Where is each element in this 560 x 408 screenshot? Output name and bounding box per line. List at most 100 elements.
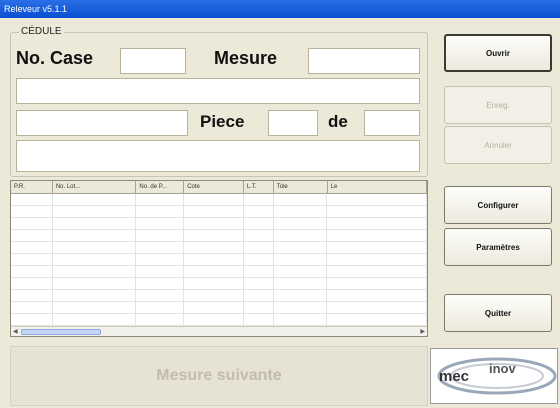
table-cell[interactable]	[11, 218, 53, 230]
table-cell[interactable]	[327, 230, 427, 242]
table-cell[interactable]	[327, 278, 427, 290]
table-cell[interactable]	[136, 230, 185, 242]
table-cell[interactable]	[53, 218, 137, 230]
table-cell[interactable]	[274, 278, 328, 290]
table-cell[interactable]	[136, 302, 185, 314]
table-cell[interactable]	[136, 254, 185, 266]
table-cell[interactable]	[327, 314, 427, 326]
table-cell[interactable]	[53, 230, 137, 242]
table-cell[interactable]	[244, 230, 274, 242]
table-cell[interactable]	[184, 194, 244, 206]
mesure-input[interactable]	[308, 48, 420, 74]
table-cell[interactable]	[184, 290, 244, 302]
table-cell[interactable]	[184, 206, 244, 218]
table-cell[interactable]	[11, 254, 53, 266]
grid-col-header[interactable]: No. Lot...	[53, 181, 137, 193]
description-field-2[interactable]	[16, 110, 188, 136]
table-cell[interactable]	[11, 302, 53, 314]
table-cell[interactable]	[11, 266, 53, 278]
piece-input[interactable]	[268, 110, 318, 136]
table-cell[interactable]	[53, 314, 137, 326]
scroll-right-arrow-icon[interactable]: ▶	[420, 327, 425, 336]
table-cell[interactable]	[11, 314, 53, 326]
grid-horizontal-scrollbar[interactable]: ◀ ▶	[11, 326, 427, 336]
table-cell[interactable]	[53, 290, 137, 302]
table-cell[interactable]	[53, 266, 137, 278]
table-cell[interactable]	[136, 242, 185, 254]
table-row[interactable]	[11, 302, 427, 314]
table-row[interactable]	[11, 254, 427, 266]
table-cell[interactable]	[274, 206, 328, 218]
table-cell[interactable]	[244, 218, 274, 230]
table-cell[interactable]	[53, 242, 137, 254]
table-cell[interactable]	[184, 242, 244, 254]
grid-col-header[interactable]: No. de P...	[136, 181, 185, 193]
table-cell[interactable]	[274, 218, 328, 230]
table-cell[interactable]	[274, 266, 328, 278]
table-cell[interactable]	[244, 254, 274, 266]
table-row[interactable]	[11, 242, 427, 254]
table-cell[interactable]	[184, 302, 244, 314]
description-field-3[interactable]	[16, 140, 420, 172]
table-cell[interactable]	[184, 266, 244, 278]
table-cell[interactable]	[136, 278, 185, 290]
table-cell[interactable]	[274, 242, 328, 254]
grid-col-header[interactable]: Cote	[184, 181, 244, 193]
table-cell[interactable]	[244, 302, 274, 314]
table-cell[interactable]	[327, 218, 427, 230]
table-cell[interactable]	[53, 302, 137, 314]
table-row[interactable]	[11, 314, 427, 326]
case-input[interactable]	[120, 48, 186, 74]
grid-col-header[interactable]: P.R.	[11, 181, 53, 193]
table-cell[interactable]	[136, 194, 185, 206]
scrollbar-thumb[interactable]	[21, 329, 101, 335]
configurer-button[interactable]: Configurer	[444, 186, 552, 224]
grid-col-header[interactable]: Tole	[274, 181, 328, 193]
annuler-button[interactable]: Annuler	[444, 126, 552, 164]
table-row[interactable]	[11, 278, 427, 290]
table-row[interactable]	[11, 194, 427, 206]
description-field-1[interactable]	[16, 78, 420, 104]
table-cell[interactable]	[327, 194, 427, 206]
measurements-grid[interactable]: P.R. No. Lot... No. de P... Cote L.T. To…	[10, 180, 428, 337]
table-cell[interactable]	[136, 290, 185, 302]
grid-col-header[interactable]: Le	[328, 181, 427, 193]
table-cell[interactable]	[184, 230, 244, 242]
parametres-button[interactable]: Paramètres	[444, 228, 552, 266]
table-cell[interactable]	[244, 194, 274, 206]
table-cell[interactable]	[274, 230, 328, 242]
table-cell[interactable]	[244, 206, 274, 218]
table-cell[interactable]	[11, 242, 53, 254]
table-row[interactable]	[11, 206, 427, 218]
table-cell[interactable]	[184, 314, 244, 326]
table-cell[interactable]	[136, 218, 185, 230]
ouvrir-button[interactable]: Ouvrir	[444, 34, 552, 72]
table-cell[interactable]	[53, 206, 137, 218]
table-cell[interactable]	[327, 266, 427, 278]
table-cell[interactable]	[53, 194, 137, 206]
scroll-left-arrow-icon[interactable]: ◀	[13, 327, 18, 336]
table-cell[interactable]	[53, 278, 137, 290]
table-cell[interactable]	[244, 314, 274, 326]
table-cell[interactable]	[244, 266, 274, 278]
de-input[interactable]	[364, 110, 420, 136]
grid-col-header[interactable]: L.T.	[244, 181, 274, 193]
table-cell[interactable]	[244, 242, 274, 254]
table-cell[interactable]	[274, 314, 328, 326]
table-cell[interactable]	[327, 242, 427, 254]
table-cell[interactable]	[327, 302, 427, 314]
table-cell[interactable]	[11, 278, 53, 290]
table-cell[interactable]	[11, 230, 53, 242]
table-row[interactable]	[11, 266, 427, 278]
table-cell[interactable]	[274, 302, 328, 314]
table-cell[interactable]	[53, 254, 137, 266]
table-cell[interactable]	[11, 206, 53, 218]
table-cell[interactable]	[136, 266, 185, 278]
table-cell[interactable]	[274, 194, 328, 206]
table-cell[interactable]	[274, 290, 328, 302]
table-cell[interactable]	[11, 194, 53, 206]
table-cell[interactable]	[11, 290, 53, 302]
table-cell[interactable]	[184, 218, 244, 230]
table-cell[interactable]	[136, 314, 185, 326]
table-row[interactable]	[11, 230, 427, 242]
